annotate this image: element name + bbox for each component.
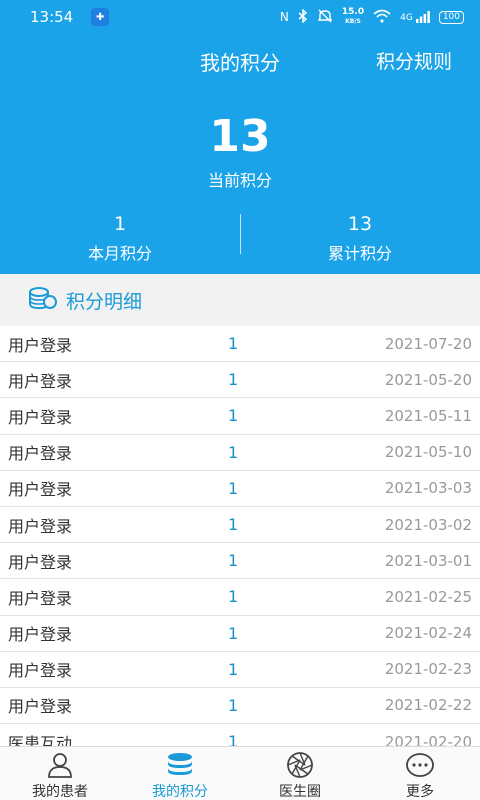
row-action-name: 用户登录 <box>8 371 73 391</box>
nav-item-doctor-circle[interactable]: 医生圈 <box>240 747 360 800</box>
row-action-name: 用户登录 <box>8 552 73 572</box>
row-action-name: 医患互动 <box>8 733 73 746</box>
row-points: 1 <box>228 515 239 535</box>
total-points-value: 13 <box>347 213 373 235</box>
nav-label: 更多 <box>406 784 434 800</box>
monthly-points-label: 本月积分 <box>87 244 152 263</box>
bottom-nav: 我的患者 我的积分 医生圈 更多 <box>0 746 480 800</box>
row-points: 1 <box>228 478 239 498</box>
coins-icon <box>165 751 195 779</box>
network-speed-unit: KB/S <box>345 18 361 25</box>
network-speed-value: 15.0 <box>341 7 365 17</box>
nfc-icon: N <box>279 10 289 24</box>
points-header: 我的积分 积分规则 13 当前积分 1 本月积分 13 累计积分 <box>0 34 480 274</box>
row-action-name: 用户登录 <box>8 588 73 608</box>
row-date: 2021-03-03 <box>384 479 472 498</box>
list-item: 用户登录 1 2021-03-02 <box>0 506 480 544</box>
status-icons: N 15.0 KB/S 4G 100 <box>280 8 464 26</box>
app-notification-icon: ✚ <box>91 8 110 26</box>
row-points: 1 <box>228 442 239 462</box>
nav-label: 医生圈 <box>279 784 321 800</box>
row-date: 2021-02-25 <box>384 587 472 606</box>
current-points-label: 当前积分 <box>207 171 272 190</box>
status-bar: 13:54 ✚ N 15.0 KB/S 4G 100 <box>0 0 480 34</box>
row-points: 1 <box>228 551 239 571</box>
row-date: 2021-02-22 <box>384 696 472 715</box>
signal-type: 4G <box>400 13 413 23</box>
nav-label: 我的患者 <box>32 784 88 800</box>
points-detail-title: 积分明细 <box>66 290 143 313</box>
row-points: 1 <box>228 406 239 426</box>
list-item: 用户登录 1 2021-03-03 <box>0 470 480 507</box>
list-item: 用户登录 1 2021-02-24 <box>0 615 480 652</box>
points-rules-button[interactable]: 积分规则 <box>376 47 452 74</box>
points-detail-list[interactable]: 用户登录 1 2021-07-20 用户登录 1 2021-05-20 用户登录 1 2021-… <box>0 326 480 746</box>
network-speed: 15.0 KB/S <box>342 8 364 26</box>
list-item: 用户登录 1 2021-03-01 <box>0 543 480 580</box>
row-action-name: 用户登录 <box>8 516 73 536</box>
more-icon <box>405 751 435 779</box>
row-date: 2021-03-02 <box>384 515 472 534</box>
coins-stack-icon <box>28 285 58 315</box>
bluetooth-icon <box>298 7 308 26</box>
battery-icon: 100 <box>438 10 464 24</box>
aperture-icon <box>286 751 314 779</box>
row-date: 2021-05-10 <box>384 443 472 462</box>
signal-icon: 4G <box>400 11 430 23</box>
list-item: 用户登录 1 2021-02-25 <box>0 579 480 616</box>
row-action-name: 用户登录 <box>8 697 73 717</box>
row-date: 2021-02-24 <box>384 624 472 643</box>
person-icon <box>46 751 74 779</box>
row-action-name: 用户登录 <box>8 661 73 681</box>
nav-item-my-points[interactable]: 我的积分 <box>120 747 240 800</box>
row-action-name: 用户登录 <box>8 625 73 645</box>
row-date: 2021-05-20 <box>384 370 472 389</box>
list-item: 用户登录 1 2021-05-10 <box>0 434 480 471</box>
row-date: 2021-05-11 <box>384 406 472 425</box>
list-item: 用户登录 1 2021-02-22 <box>0 687 480 725</box>
list-item: 用户登录 1 2021-05-20 <box>0 362 480 399</box>
status-time: 13:54 <box>30 8 74 26</box>
list-item: 用户登录 1 2021-02-23 <box>0 651 480 688</box>
monthly-points-stat: 1 本月积分 <box>0 212 240 264</box>
row-date: 2021-02-23 <box>384 660 472 679</box>
row-points: 1 <box>228 623 239 643</box>
row-points: 1 <box>228 732 239 746</box>
row-date: 2021-02-20 <box>384 732 472 746</box>
total-points-stat: 13 累计积分 <box>240 212 480 264</box>
wifi-icon <box>373 9 391 26</box>
list-item: 医患互动 1 2021-02-20 <box>0 724 480 746</box>
nav-label: 我的积分 <box>152 784 208 800</box>
total-points-label: 累计积分 <box>327 244 392 263</box>
row-points: 1 <box>228 695 239 715</box>
monthly-points-value: 1 <box>113 213 127 235</box>
nav-item-my-patients[interactable]: 我的患者 <box>0 747 120 800</box>
row-date: 2021-07-20 <box>384 334 472 353</box>
nav-item-more[interactable]: 更多 <box>360 747 480 800</box>
list-item: 用户登录 1 2021-07-20 <box>0 326 480 363</box>
mute-icon <box>317 9 333 26</box>
row-points: 1 <box>228 334 239 354</box>
screen: 13:54 ✚ N 15.0 KB/S 4G 100 我的积分 积分规则 13 … <box>0 0 480 800</box>
row-points: 1 <box>228 587 239 607</box>
row-action-name: 用户登录 <box>8 444 73 464</box>
row-action-name: 用户登录 <box>8 480 73 500</box>
row-date: 2021-03-01 <box>384 551 472 570</box>
row-points: 1 <box>228 370 239 390</box>
current-points-value: 13 <box>209 111 271 162</box>
row-action-name: 用户登录 <box>8 335 73 355</box>
row-points: 1 <box>228 659 239 679</box>
row-action-name: 用户登录 <box>8 407 73 427</box>
points-detail-header: 积分明细 <box>0 274 480 326</box>
list-item: 用户登录 1 2021-05-11 <box>0 398 480 435</box>
